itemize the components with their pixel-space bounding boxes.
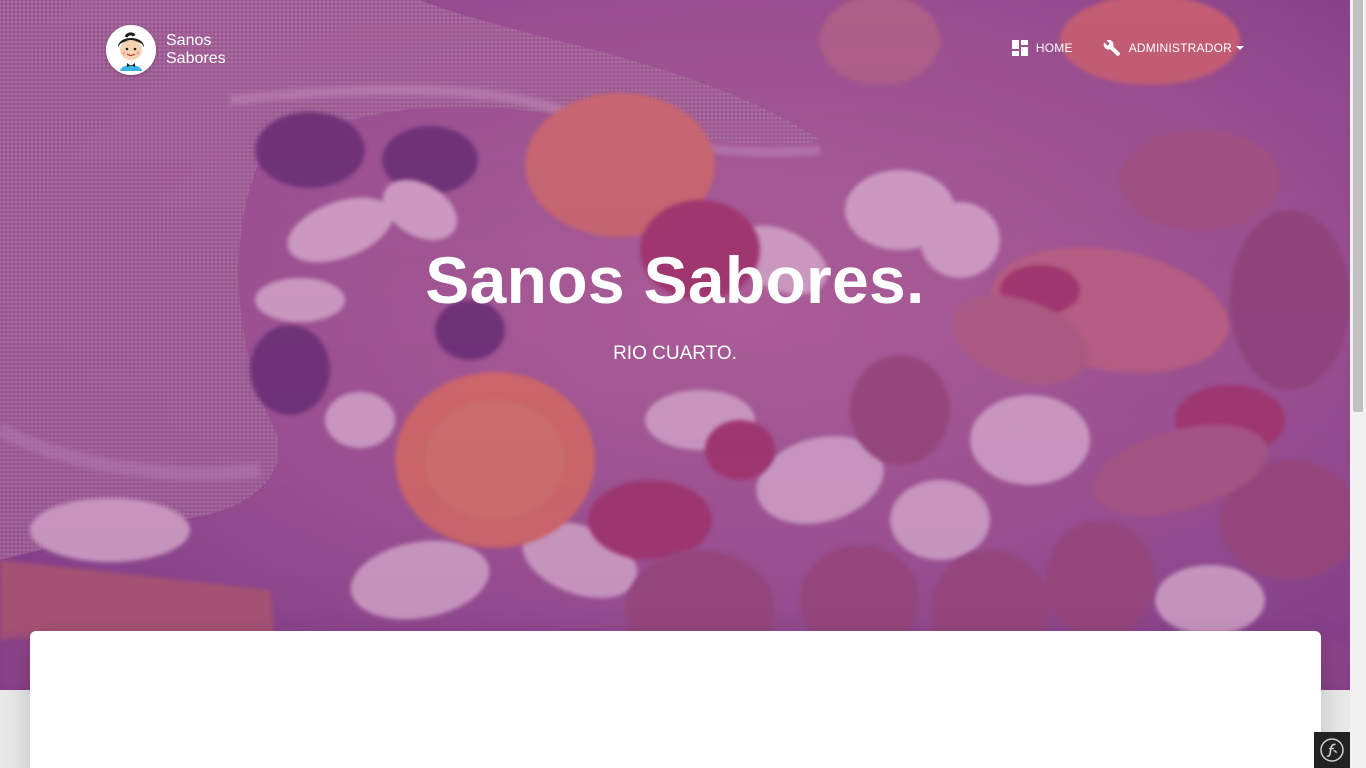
- navbar: Sanos Sabores HOME ADMINISTRADOR: [0, 0, 1350, 100]
- page: Sanos Sabores HOME ADMINISTRADOR Sanos S…: [0, 0, 1350, 768]
- brand-name-line1: Sanos: [166, 32, 212, 49]
- nav-item-home-label: HOME: [1035, 41, 1073, 55]
- nav-item-home[interactable]: HOME: [1011, 38, 1073, 58]
- symfony-logo-icon: [1320, 738, 1344, 762]
- hero-subtitle: RIO CUARTO.: [613, 343, 737, 364]
- hero-section: Sanos Sabores HOME ADMINISTRADOR Sanos S…: [0, 0, 1350, 690]
- brand-link[interactable]: Sanos Sabores: [106, 25, 236, 75]
- brand-name: Sanos Sabores: [166, 32, 236, 68]
- brand-name-line2: Sabores: [166, 50, 226, 67]
- nav-menu: HOME ADMINISTRADOR: [1011, 37, 1244, 59]
- dashboard-icon: [1011, 40, 1028, 56]
- caret-down-icon: [1236, 46, 1244, 50]
- main-content-card: [30, 631, 1321, 768]
- page-scrollbar[interactable]: [1350, 0, 1366, 768]
- hero-title: Sanos Sabores.: [425, 243, 925, 317]
- symfony-toolbar-toggle[interactable]: [1314, 732, 1350, 768]
- brand-logo-icon: [106, 25, 156, 75]
- nav-item-administrador[interactable]: ADMINISTRADOR: [1103, 37, 1244, 59]
- nav-item-administrador-label: ADMINISTRADOR: [1128, 41, 1232, 55]
- scrollbar-thumb[interactable]: [1353, 0, 1363, 412]
- wrench-icon: [1103, 39, 1120, 57]
